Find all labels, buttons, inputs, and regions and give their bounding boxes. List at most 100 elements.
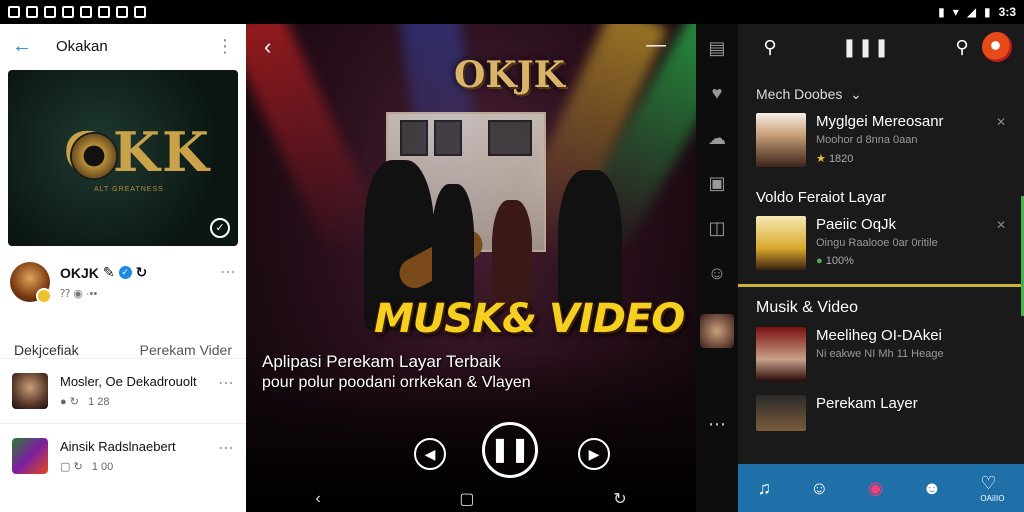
nav-label: OAiIIO: [980, 494, 1005, 503]
chat-icon[interactable]: ☁: [708, 128, 726, 149]
clock: 3:3: [998, 5, 1016, 19]
mini-player-thumbnail[interactable]: [700, 314, 734, 348]
star-icon: ★: [816, 153, 826, 165]
nav-music-icon[interactable]: ♫: [758, 478, 772, 499]
wifi-icon: ▾: [952, 5, 959, 19]
backdrop-photo: [488, 120, 532, 156]
list-item-title: Ainsik Radslnaebert: [60, 439, 176, 454]
item-thumbnail: [756, 395, 806, 431]
signal-icon: ◢: [966, 5, 977, 19]
group-icon[interactable]: ☺: [708, 263, 726, 284]
search-icon[interactable]: ⚲: [942, 37, 982, 58]
notification-icon: [98, 6, 110, 18]
previous-button[interactable]: ◀: [414, 438, 446, 470]
item-text: Paeiic OqJk Oingu Raalooe 0ar 0ritile ● …: [816, 216, 1006, 270]
list-item[interactable]: Perekam Layer: [738, 391, 1024, 441]
verified-icon: ✓: [118, 266, 132, 279]
section-header[interactable]: Mech Doobes ⌄: [738, 86, 1024, 103]
apps-grid-icon[interactable]: ⋯: [708, 414, 726, 435]
item-stat-value: 1820: [828, 153, 854, 165]
storage-icon[interactable]: ◫: [708, 218, 725, 239]
list-item-meta: ▢ ↻ 1 00: [60, 460, 206, 473]
notification-icon: [116, 6, 128, 18]
section-title: Voldo Feraiot Layar: [756, 189, 887, 206]
image-icon: ▢ ↻: [60, 461, 83, 473]
minimize-icon[interactable]: —: [646, 34, 666, 57]
performer-singer: [432, 184, 474, 314]
list-item-meta: ● ↻ 1 28: [60, 395, 206, 408]
notification-icon: [44, 6, 56, 18]
backdrop-photo: [434, 120, 462, 156]
nav-record-icon[interactable]: ◉: [868, 478, 884, 499]
notification-icon: [26, 6, 38, 18]
list-item[interactable]: Paeiic OqJk Oingu Raalooe 0ar 0ritile ● …: [738, 206, 1024, 280]
nav-back-icon[interactable]: ‹: [315, 490, 320, 508]
system-nav-bar: ‹ ▢ ↻: [246, 486, 696, 512]
list-item[interactable]: Meeliheg OI-DAkei Ni eakwe NI Mh 11 Heag…: [738, 317, 1024, 391]
channel-row[interactable]: OKJK ✎ ✓ ↻ ⁇ ◉ ·•• ⋯: [0, 248, 246, 304]
nav-recents-icon[interactable]: ↻: [613, 489, 626, 509]
channel-meta: ⁇ ◉ ·••: [60, 288, 98, 300]
library-icon[interactable]: ▤: [708, 38, 725, 59]
item-text: Myglgei Mereosanr Moohor d 8nna 0aan ★ 1…: [816, 113, 1006, 167]
nav-home-icon[interactable]: ▢: [459, 489, 474, 509]
note-icon[interactable]: ▣: [708, 173, 725, 194]
item-thumbnail: [756, 216, 806, 270]
profile-avatar[interactable]: [982, 32, 1012, 62]
item-stats: ★ 1820: [816, 152, 1006, 165]
section-title: Musik & Video: [756, 299, 858, 316]
library-bars-icon[interactable]: ❚❚❚: [836, 37, 896, 58]
nav-settings-item[interactable]: ♡ OAiIIO: [980, 473, 1004, 503]
section-title: Mech Doobes: [756, 86, 843, 102]
tab-first[interactable]: Dekjcefiak: [14, 342, 79, 358]
close-icon[interactable]: ✕: [996, 115, 1006, 129]
list-item[interactable]: Myglgei Mereosanr Moohor d 8nna 0aan ★ 1…: [738, 103, 1024, 177]
search-icon[interactable]: ⚲: [750, 37, 790, 58]
more-horiz-icon[interactable]: ⋯: [218, 373, 234, 393]
notification-icons: [8, 6, 146, 18]
notification-icon: [62, 6, 74, 18]
skip-next-icon: ▶: [588, 446, 600, 462]
close-icon[interactable]: ✕: [996, 218, 1006, 232]
more-horiz-icon[interactable]: ⋯: [220, 262, 236, 282]
back-chevron-icon[interactable]: ‹: [264, 34, 271, 60]
more-vert-icon[interactable]: ⋮: [216, 36, 234, 57]
tab-second[interactable]: Perekam Vider: [140, 342, 232, 358]
more-horiz-icon[interactable]: ⋯: [218, 438, 234, 458]
divider: [738, 284, 1024, 287]
right-panel: ⚲ ❚❚❚ ⚲ Mech Doobes ⌄ Myglgei Mereosanr …: [738, 24, 1024, 512]
tab-bar: Dekjcefiak Perekam Vider: [0, 342, 246, 358]
back-arrow-icon[interactable]: ←: [12, 35, 32, 58]
pause-button[interactable]: ❚❚: [482, 422, 538, 478]
channel-name-text: OKJK: [60, 264, 99, 281]
list-thumbnail: [12, 373, 48, 409]
item-meta: Moohor d 8nna 0aan: [816, 134, 918, 146]
video-subtitle-secondary: pour polur poodani orrkekan & Vlayen: [262, 374, 531, 391]
check-circle-icon[interactable]: ✓: [210, 218, 230, 238]
nav-heart-icon: ♡: [980, 473, 997, 493]
item-title: Paeiic OqJk: [816, 216, 897, 233]
bottom-nav: ♫ ☺ ◉ ☻ ♡ OAiIIO: [738, 464, 1024, 512]
list-item[interactable]: Mosler, Oe Dekadrouolt ● ↻ 1 28 ⋯: [0, 358, 246, 423]
item-title: Myglgei Mereosanr: [816, 113, 944, 130]
video-player[interactable]: ‹ — OKJK MUSK& VIDEO Aplipasi Perekam La…: [246, 24, 696, 512]
chevron-down-icon: ⌄: [846, 86, 862, 102]
video-thumbnail[interactable]: OKK ALT GREATNESS ✓: [8, 70, 238, 246]
thumbnail-caption: ALT GREATNESS: [94, 186, 164, 193]
nav-chat-icon[interactable]: ☻: [922, 478, 941, 499]
video-subtitle: Aplipasi Perekam Layar Terbaik: [262, 352, 501, 371]
item-text: Meeliheg OI-DAkei Ni eakwe NI Mh 11 Heag…: [816, 327, 1006, 381]
speaker-icon: [70, 132, 118, 180]
item-thumbnail: [756, 327, 806, 381]
item-stats: ● 100%: [816, 255, 1006, 267]
notification-icon: [80, 6, 92, 18]
nav-profile-icon[interactable]: ☺: [810, 478, 828, 499]
left-header: ← Okakan ⋮: [0, 24, 246, 68]
heart-icon[interactable]: ♥: [712, 83, 723, 104]
video-logo: OKJK: [454, 54, 565, 96]
avatar[interactable]: [10, 262, 52, 304]
list-item[interactable]: Ainsik Radslnaebert ▢ ↻ 1 00 ⋯: [0, 423, 246, 488]
backdrop-photo: [400, 120, 428, 156]
battery-icon: ▮: [984, 5, 991, 19]
next-button[interactable]: ▶: [578, 438, 610, 470]
